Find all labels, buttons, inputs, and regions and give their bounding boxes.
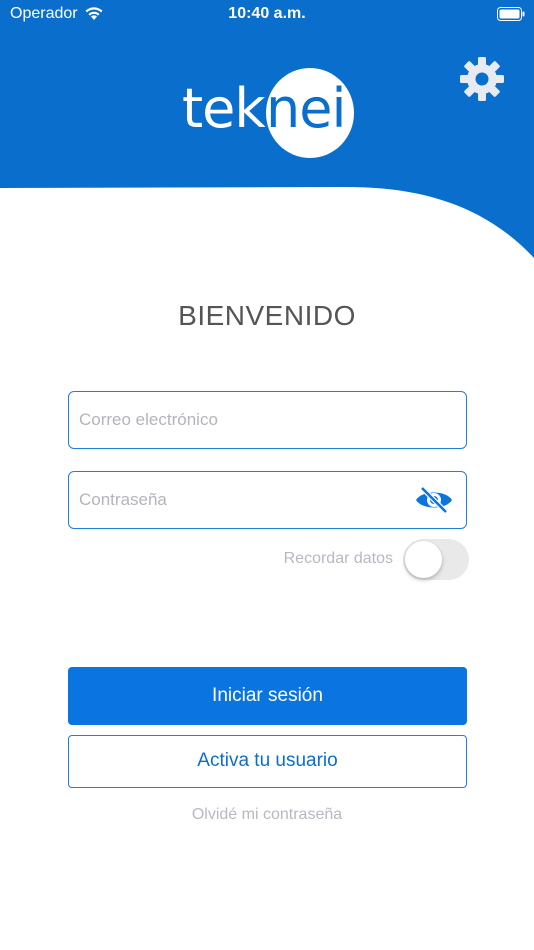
login-button[interactable]: Iniciar sesión	[68, 667, 467, 725]
clock: 10:40 a.m.	[228, 5, 306, 22]
forgot-password-link[interactable]: Olvidé mi contraseña	[0, 806, 534, 824]
password-field[interactable]	[68, 471, 467, 529]
status-bar: Operador 10:40 a.m.	[0, 0, 534, 30]
password-input[interactable]	[79, 472, 399, 528]
battery-icon	[497, 7, 525, 21]
page-title: BIENVENIDO	[178, 300, 356, 331]
toggle-knob	[405, 541, 442, 578]
teknei-logo: tek nei	[182, 66, 354, 162]
email-field[interactable]	[68, 391, 467, 449]
settings-gear-icon[interactable]	[458, 55, 506, 103]
eye-slash-icon[interactable]	[414, 486, 454, 514]
remember-toggle[interactable]	[403, 539, 469, 580]
activate-user-button[interactable]: Activa tu usuario	[68, 735, 467, 788]
email-input[interactable]	[79, 392, 399, 448]
logo-text-left: tek	[182, 77, 266, 140]
remember-label: Recordar datos	[283, 550, 393, 567]
logo-text-right: nei	[266, 77, 346, 140]
login-screen: Operador 10:40 a.m. tek nei BIENVENIDO C…	[0, 0, 534, 950]
